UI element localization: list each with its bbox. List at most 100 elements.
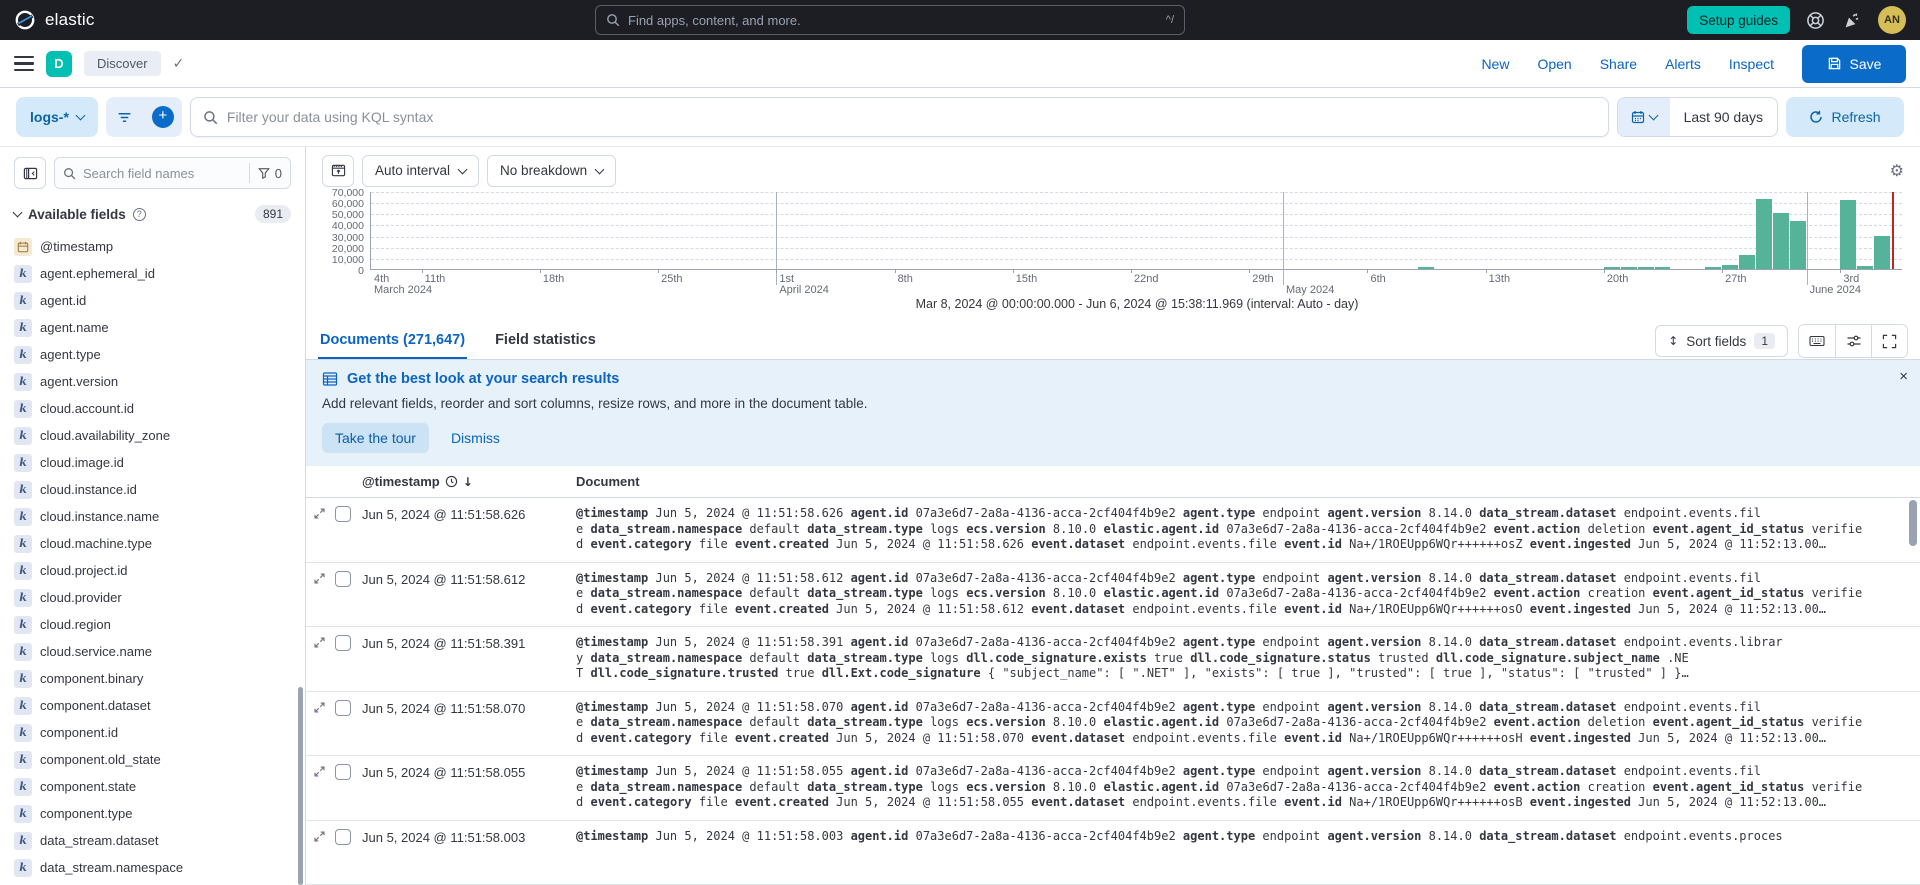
field-item[interactable]: kcloud.machine.type (14, 530, 305, 557)
elastic-logo[interactable]: elastic (14, 9, 95, 31)
help-icon[interactable] (1804, 9, 1827, 32)
sidebar-scrollbar[interactable] (298, 687, 303, 885)
breakdown-select[interactable]: No breakdown (487, 155, 616, 187)
field-item[interactable]: kcomponent.state (14, 773, 305, 800)
field-item[interactable]: kagent.name (14, 314, 305, 341)
field-type-filter-button[interactable]: 0 (249, 163, 282, 183)
global-search-input[interactable]: Find apps, content, and more. ^/ (595, 5, 1185, 35)
table-scrollbar[interactable] (1909, 500, 1917, 546)
histogram-bar[interactable] (1638, 267, 1654, 269)
timestamp-column-header[interactable]: @timestamp ↓ (362, 474, 576, 489)
open-button[interactable]: Open (1537, 56, 1571, 72)
histogram-bar[interactable] (1756, 199, 1772, 269)
expand-document-icon[interactable] (313, 572, 326, 585)
chart-options-icon[interactable]: ⚙ (1890, 161, 1904, 181)
setup-guides-button[interactable]: Setup guides (1687, 6, 1790, 34)
add-filter-button[interactable]: + (144, 97, 182, 137)
alerts-button[interactable]: Alerts (1665, 56, 1701, 72)
histogram-bar[interactable] (1857, 266, 1873, 269)
histogram-bar[interactable] (1739, 255, 1755, 269)
expand-document-icon[interactable] (313, 830, 326, 843)
row-checkbox[interactable] (335, 571, 351, 587)
field-item[interactable]: kdata_stream.dataset (14, 827, 305, 854)
new-button[interactable]: New (1481, 56, 1509, 72)
expand-document-icon[interactable] (313, 636, 326, 649)
histogram-bar[interactable] (1705, 267, 1721, 269)
field-item[interactable]: kcomponent.old_state (14, 746, 305, 773)
row-checkbox[interactable] (335, 635, 351, 651)
field-item[interactable]: kcomponent.type (14, 800, 305, 827)
keyword-field-icon: k (14, 265, 32, 283)
field-search-input[interactable]: Search field names 0 (54, 157, 291, 189)
expand-document-icon[interactable] (313, 765, 326, 778)
tab-field-statistics[interactable]: Field statistics (493, 323, 598, 359)
close-icon[interactable]: × (1899, 368, 1908, 385)
user-avatar[interactable]: AN (1878, 6, 1906, 34)
filter-lines-icon[interactable] (106, 97, 144, 137)
sort-fields-button[interactable]: ↕ Sort fields 1 (1655, 325, 1788, 357)
field-item[interactable]: kcloud.provider (14, 584, 305, 611)
inspect-button[interactable]: Inspect (1729, 56, 1774, 72)
keyboard-icon[interactable] (1799, 325, 1835, 357)
row-checkbox[interactable] (335, 506, 351, 522)
field-item[interactable]: kagent.version (14, 368, 305, 395)
interval-select[interactable]: Auto interval (362, 155, 479, 187)
y-axis-tick-label: 10,000 (322, 255, 364, 265)
row-checkbox[interactable] (335, 829, 351, 845)
expand-document-icon[interactable] (313, 701, 326, 714)
x-axis-tick (1840, 269, 1841, 273)
field-item[interactable]: kdata_stream.namespace (14, 854, 305, 881)
edit-visualization-icon[interactable] (322, 155, 354, 187)
field-item[interactable]: kcomponent.binary (14, 665, 305, 692)
field-item[interactable]: kcloud.instance.name (14, 503, 305, 530)
field-item[interactable]: kagent.id (14, 287, 305, 314)
field-item[interactable]: kcomponent.dataset (14, 692, 305, 719)
dismiss-button[interactable]: Dismiss (451, 430, 500, 446)
expand-document-icon[interactable] (313, 507, 326, 520)
discover-app-icon[interactable]: D (46, 51, 72, 77)
histogram-bar[interactable] (1790, 221, 1806, 269)
discover-main: Auto interval No breakdown ⚙ May 2024Jun… (306, 147, 1920, 885)
field-item[interactable]: kagent.ephemeral_id (14, 260, 305, 287)
field-item[interactable]: kcloud.instance.id (14, 476, 305, 503)
histogram-bar[interactable] (1655, 267, 1671, 269)
field-item[interactable]: kcloud.availability_zone (14, 422, 305, 449)
document-histogram[interactable]: May 2024June 20244thMarch 202411th18th25… (322, 188, 1903, 291)
histogram-bar[interactable] (1418, 267, 1434, 269)
data-view-picker[interactable]: logs-* (16, 97, 98, 137)
time-range-button[interactable]: Last 90 days (1670, 109, 1777, 125)
kql-query-input[interactable]: Filter your data using KQL syntax (190, 97, 1609, 137)
row-checkbox[interactable] (335, 700, 351, 716)
field-item[interactable]: kcloud.image.id (14, 449, 305, 476)
field-item[interactable]: kcloud.account.id (14, 395, 305, 422)
histogram-bar[interactable] (1621, 267, 1637, 269)
collapse-sidebar-button[interactable] (14, 157, 46, 189)
fullscreen-icon[interactable] (1871, 325, 1907, 357)
field-item[interactable]: kcloud.region (14, 611, 305, 638)
histogram-bar[interactable] (1722, 265, 1738, 269)
row-checkbox[interactable] (335, 764, 351, 780)
current-time-marker (1892, 192, 1894, 269)
news-feed-icon[interactable] (1841, 9, 1864, 32)
field-item[interactable]: kcloud.service.name (14, 638, 305, 665)
breadcrumb[interactable]: Discover (84, 51, 161, 76)
histogram-bar[interactable] (1874, 236, 1890, 269)
calendar-icon[interactable] (1618, 98, 1670, 136)
refresh-button[interactable]: Refresh (1786, 97, 1904, 137)
field-item[interactable]: kcomponent.id (14, 719, 305, 746)
take-the-tour-button[interactable]: Take the tour (322, 423, 429, 453)
sort-desc-icon: ↓ (463, 475, 473, 489)
histogram-bar[interactable] (1840, 200, 1856, 269)
field-item[interactable]: kagent.type (14, 341, 305, 368)
keyword-field-icon: k (14, 346, 32, 364)
display-options-icon[interactable] (1835, 325, 1871, 357)
tab-documents[interactable]: Documents (271,647) (318, 323, 467, 359)
share-button[interactable]: Share (1600, 56, 1637, 72)
field-item[interactable]: @timestamp (14, 233, 305, 260)
save-button[interactable]: Save (1802, 45, 1906, 83)
menu-icon[interactable] (14, 56, 34, 72)
histogram-bar[interactable] (1604, 267, 1620, 269)
available-fields-header[interactable]: Available fields ? 891 (14, 205, 305, 223)
field-item[interactable]: kcloud.project.id (14, 557, 305, 584)
histogram-bar[interactable] (1773, 213, 1789, 269)
